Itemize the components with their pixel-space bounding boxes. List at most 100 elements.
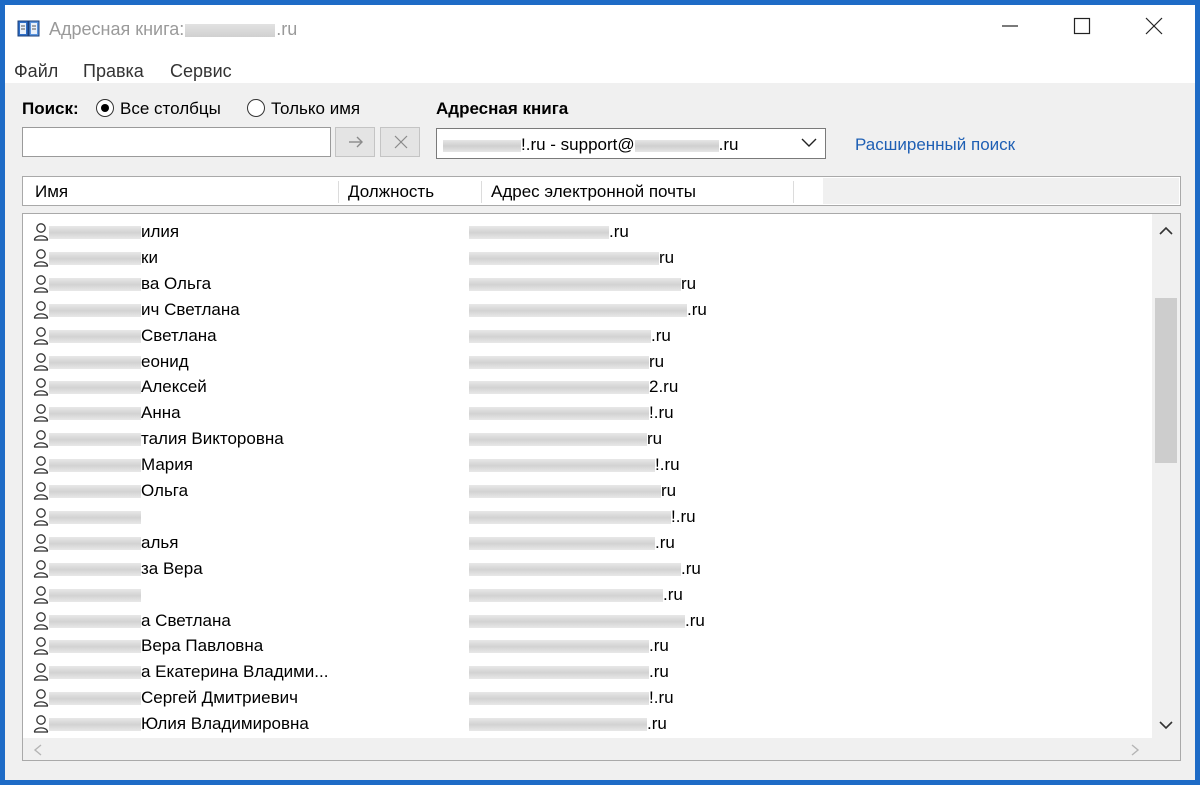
contact-email: !.ru (671, 506, 696, 526)
title-bar[interactable]: Адресная книга: .ru (5, 5, 1195, 45)
column-header-name[interactable]: Имя (35, 182, 68, 202)
menu-bar: Файл Правка Сервис (5, 45, 1195, 83)
close-icon (1145, 17, 1163, 35)
radio-name-only[interactable] (247, 99, 265, 117)
redacted-name (49, 718, 141, 732)
contact-row[interactable]: .ru (23, 583, 1143, 609)
contact-email: .ru (647, 714, 667, 734)
redacted-email (469, 381, 649, 395)
contact-name: илия (141, 222, 180, 241)
contact-row[interactable]: илия .ru (23, 220, 1143, 246)
contact-email: ru (681, 273, 697, 293)
menu-edit[interactable]: Правка (83, 61, 144, 82)
contact-email: .ru (685, 610, 705, 630)
contact-row[interactable]: Анна !.ru (23, 401, 1143, 427)
person-icon (33, 533, 49, 552)
contact-row[interactable]: Вера Павловна .ru (23, 634, 1143, 660)
scroll-down-icon[interactable] (1159, 720, 1173, 730)
person-icon (33, 508, 49, 526)
close-button[interactable] (1119, 5, 1189, 45)
contact-row[interactable]: а Екатерина Владими... .ru (23, 660, 1143, 686)
search-label: Поиск: (22, 99, 79, 118)
contact-email: !.ru (649, 688, 674, 708)
person-icon (33, 249, 49, 267)
search-input[interactable] (22, 127, 331, 157)
menu-tools[interactable]: Сервис (170, 61, 232, 82)
horizontal-scrollbar[interactable] (23, 738, 1180, 760)
radio-all-columns-label[interactable]: Все столбцы (120, 99, 221, 119)
contact-name: Анна (141, 403, 181, 423)
redacted-name (49, 562, 141, 576)
contact-email: .ru (649, 636, 669, 656)
contact-row[interactable]: Алексей 2.ru (23, 375, 1143, 401)
scroll-right-icon[interactable] (1130, 744, 1140, 756)
scroll-left-icon[interactable] (33, 744, 43, 756)
contact-name: Алексей (141, 377, 207, 397)
vertical-scroll-thumb[interactable] (1155, 298, 1177, 463)
redacted-name (49, 329, 141, 343)
contact-email: ru (647, 429, 663, 449)
redacted-email (469, 718, 647, 732)
column-header-title[interactable]: Должность (348, 182, 434, 202)
contact-row[interactable]: Мария !.ru (23, 453, 1143, 479)
contact-row[interactable]: а Светлана .ru (23, 609, 1143, 635)
address-book-selected-prefix: !.ru - support@ (521, 135, 635, 154)
redacted-name (49, 485, 141, 498)
redacted-email (469, 692, 649, 706)
contact-email: ru (659, 247, 675, 267)
vertical-scrollbar[interactable] (1152, 214, 1180, 738)
redacted-email (469, 329, 651, 343)
contact-email: .ru (609, 222, 629, 241)
contact-row[interactable]: Светлана .ru (23, 324, 1143, 350)
contact-row[interactable]: алья .ru (23, 531, 1143, 557)
address-book-label: Адресная книга (436, 99, 569, 118)
person-icon (33, 689, 49, 707)
contact-row[interactable]: талия Викторовна ru (23, 427, 1143, 453)
contact-row[interactable]: ва Ольга ru (23, 272, 1143, 298)
minimize-button[interactable] (975, 5, 1045, 45)
search-clear-button[interactable] (380, 127, 420, 157)
contact-name: еонид (141, 351, 189, 371)
column-divider[interactable] (481, 181, 482, 203)
contact-row[interactable]: Ольга ru (23, 479, 1143, 505)
redacted-email (469, 407, 649, 421)
contact-name: Юлия Владимировна (141, 714, 309, 734)
search-go-button[interactable] (335, 127, 375, 157)
column-divider[interactable] (338, 181, 339, 203)
contact-email: ru (649, 351, 665, 371)
contact-row[interactable]: еонид ru (23, 350, 1143, 376)
redacted-domain (185, 23, 276, 37)
radio-name-only-label[interactable]: Только имя (271, 99, 360, 119)
scroll-up-icon[interactable] (1159, 226, 1173, 236)
person-icon (33, 223, 49, 241)
person-icon (33, 430, 49, 448)
contact-row[interactable]: за Вера .ru (23, 557, 1143, 583)
contact-row[interactable]: ки ru (23, 246, 1143, 272)
radio-all-columns[interactable] (96, 99, 114, 117)
column-divider[interactable] (793, 181, 794, 203)
redacted-name (49, 277, 141, 291)
window-title-suffix: .ru (276, 19, 298, 39)
contact-name: ич Светлана (141, 299, 240, 319)
contact-row[interactable]: ич Светлана .ru (23, 298, 1143, 324)
contact-row[interactable]: Юлия Владимировна .ru (23, 712, 1143, 738)
address-book-window: Адресная книга: .ru Файл Правка Сервис По… (0, 0, 1200, 785)
address-book-select[interactable]: !.ru - support@ .ru (436, 128, 826, 159)
address-book-icon (17, 20, 40, 37)
redacted-email (469, 303, 687, 317)
redacted-email (469, 588, 663, 602)
redacted-email (469, 226, 609, 239)
contact-name: за Вера (141, 558, 203, 578)
contact-name: Сергей Дмитриевич (141, 688, 298, 708)
advanced-search-link[interactable]: Расширенный поиск (855, 135, 1015, 155)
window-title-prefix: Адресная книга: (49, 19, 185, 39)
maximize-button[interactable] (1047, 5, 1117, 45)
person-icon (33, 559, 49, 578)
contact-row[interactable]: Сергей Дмитриевич !.ru (23, 686, 1143, 712)
contact-row[interactable]: !.ru (23, 505, 1143, 531)
person-icon (33, 378, 49, 397)
menu-file[interactable]: Файл (14, 61, 58, 82)
chevron-down-icon (801, 138, 817, 147)
column-header-email[interactable]: Адрес электронной почты (491, 182, 696, 202)
maximize-icon (1073, 17, 1091, 35)
